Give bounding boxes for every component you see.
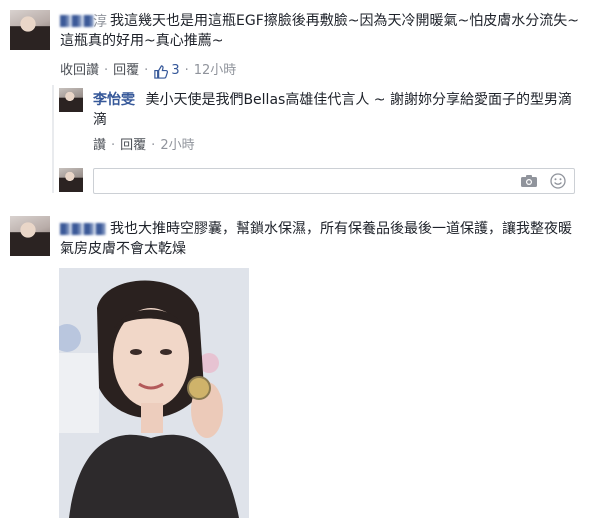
- current-user-avatar: [59, 168, 83, 192]
- comment-timestamp[interactable]: 12小時: [194, 62, 237, 80]
- reply-input[interactable]: [100, 172, 514, 192]
- reply-link[interactable]: 回覆: [120, 137, 146, 155]
- camera-icon[interactable]: [520, 174, 538, 188]
- commenter2-avatar[interactable]: [10, 216, 50, 256]
- thumbs-up-icon: [154, 64, 169, 79]
- comment2-body: 我也大推時空膠囊，幫鎖水保濕，所有保養品後最後一道保護，讓我整夜暖氣房皮膚不會太…: [60, 221, 572, 257]
- comment-body: 我這幾天也是用這瓶EGF擦臉後再敷臉~因為天冷開暖氣~怕皮膚水分流失~這瓶真的好…: [60, 13, 579, 49]
- reply-text: 美小天使是我們Bellas高雄佳代言人 ~ 謝謝妳分享給愛面子的型男滴滴: [93, 92, 572, 128]
- commenter-avatar[interactable]: [10, 10, 50, 50]
- reply-timestamp[interactable]: 2小時: [160, 137, 194, 155]
- unlike-link[interactable]: 收回讚: [60, 62, 99, 80]
- reply-actions: 讚 · 回覆 · 2小時: [93, 137, 195, 155]
- selfie-image: [59, 268, 249, 518]
- like-count-value: 3: [171, 63, 180, 78]
- comment-photo[interactable]: [59, 268, 249, 518]
- reply-author-name[interactable]: 李怡雯: [93, 92, 135, 108]
- reply-author-avatar[interactable]: [59, 88, 83, 112]
- reply-link[interactable]: 回覆: [113, 62, 139, 80]
- reply-thread-rail: [52, 85, 54, 193]
- like-link[interactable]: 讚: [93, 137, 106, 155]
- reply-body: 李怡雯 美小天使是我們Bellas高雄佳代言人 ~ 謝謝妳分享給愛面子的型男滴滴: [93, 90, 573, 130]
- smiley-icon[interactable]: [550, 173, 566, 189]
- like-count[interactable]: 3: [153, 62, 180, 80]
- reply-input-container[interactable]: [93, 168, 575, 194]
- comment-actions: 收回讚 · 回覆 · 3 · 12小時: [60, 62, 237, 80]
